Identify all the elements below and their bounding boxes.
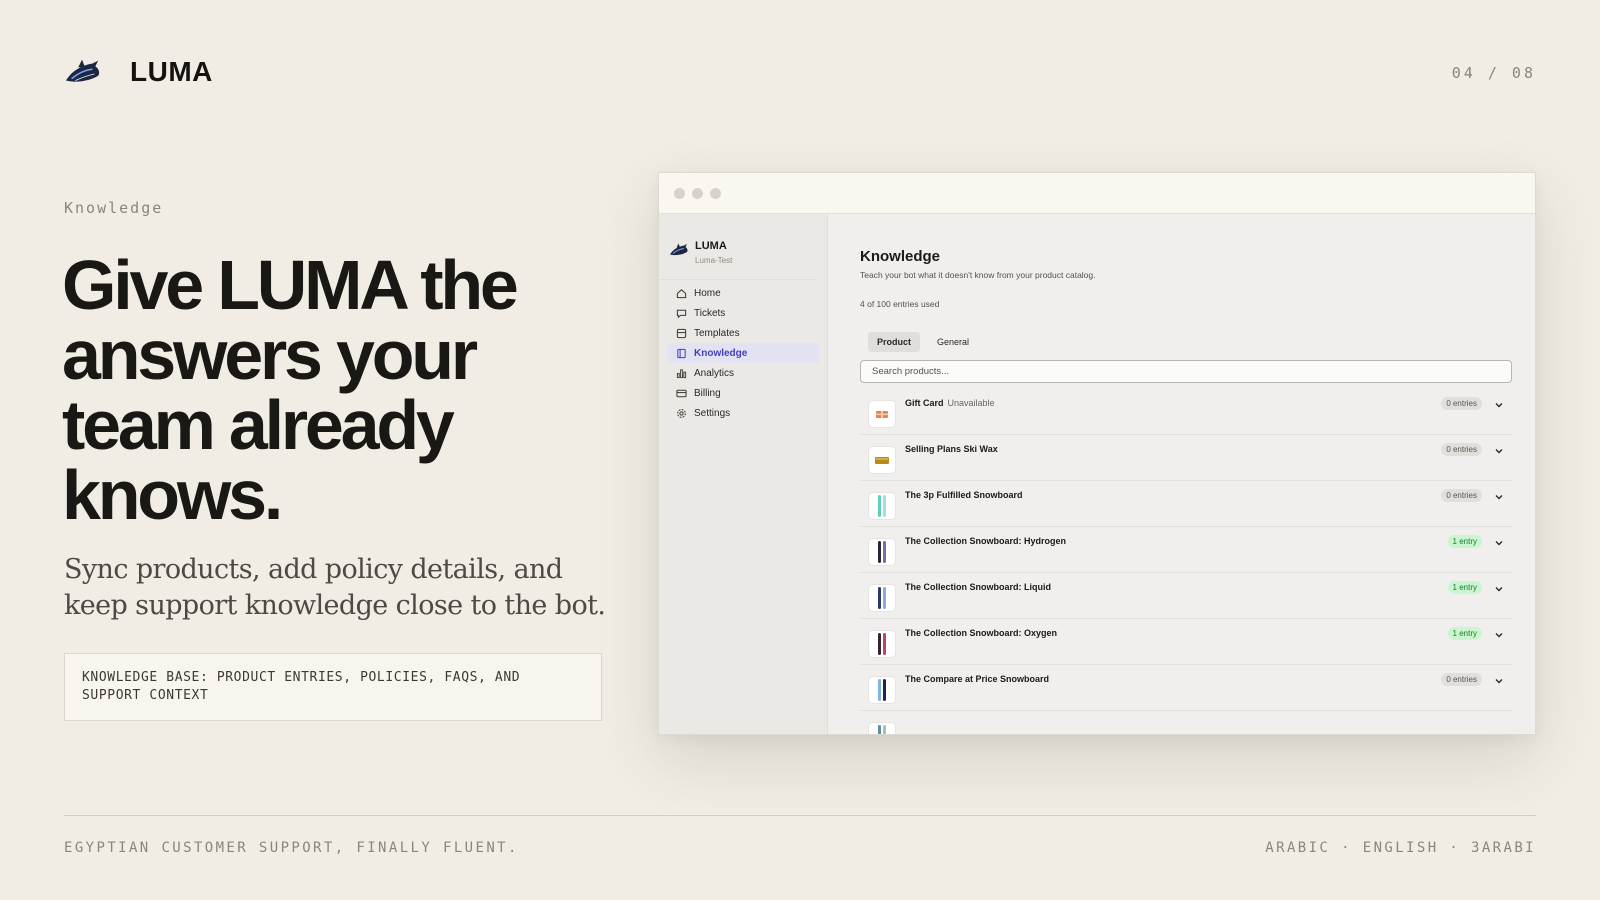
subhead: Sync products, add policy details, and k…	[64, 554, 606, 621]
entries-badge: 1 entry	[1447, 627, 1482, 640]
shark-logo-icon	[670, 243, 688, 256]
bar-chart-icon	[676, 368, 687, 379]
product-thumbnail	[868, 445, 896, 474]
tab-bar: Product General	[860, 332, 1512, 352]
brand-name: LUMA	[130, 56, 213, 87]
sidebar-item-analytics[interactable]: Analytics	[667, 363, 819, 383]
window-maximize-dot[interactable]	[710, 187, 721, 199]
sidebar-item-settings[interactable]: Settings	[667, 403, 819, 423]
footer-tagline: EGYPTIAN CUSTOMER SUPPORT, FINALLY FLUEN…	[64, 840, 519, 856]
product-row[interactable]: Selling Plans Ski Wax 0 entries	[860, 435, 1512, 481]
shark-logo-icon	[65, 59, 100, 82]
product-row[interactable]: The Collection Snowboard: Liquid 1 entry	[860, 573, 1512, 619]
product-name: The 3p Fulfilled Snowboard	[905, 490, 1023, 500]
product-name: Gift Card	[905, 398, 944, 408]
product-name: The Compare at Price Snowboard	[905, 674, 1050, 684]
entries-badge: 0 entries	[1441, 397, 1482, 410]
chevron-down-icon[interactable]	[1494, 400, 1504, 410]
sidebar-item-knowledge[interactable]: Knowledge	[667, 343, 819, 363]
sidebar-item-label: Billing	[694, 387, 721, 399]
product-row[interactable]: The Compare at Price Snowboard 0 entries	[860, 665, 1512, 711]
slide-counter: 04 / 08	[1451, 64, 1536, 82]
workspace-switcher[interactable]: LUMA Luma-Test	[659, 214, 817, 280]
sidebar-item-templates[interactable]: Templates	[667, 323, 819, 343]
app-window: LUMA Luma-Test Home Tickets Templates Kn…	[658, 172, 1536, 735]
product-thumbnail	[868, 491, 896, 520]
template-icon	[676, 328, 687, 339]
product-thumbnail	[868, 675, 896, 704]
book-icon	[676, 348, 687, 359]
sidebar-item-tickets[interactable]: Tickets	[667, 303, 819, 323]
product-name: The Collection Snowboard: Oxygen	[905, 628, 1058, 638]
workspace-name: LUMA	[695, 240, 727, 252]
chevron-down-icon[interactable]	[1494, 538, 1504, 548]
product-list: Gift Card Unavailable 0 entries Selling P…	[860, 389, 1512, 734]
callout-box: KNOWLEDGE BASE: PRODUCT ENTRIES, POLICIE…	[64, 653, 602, 721]
gear-icon	[676, 408, 687, 419]
headline: Give LUMA the answers your team already …	[62, 246, 519, 534]
window-close-dot[interactable]	[674, 187, 685, 199]
chevron-down-icon[interactable]	[1494, 584, 1504, 594]
brand: LUMA	[64, 56, 213, 88]
product-name: The Collection Snowboard: Liquid	[905, 582, 1051, 592]
eyebrow: Knowledge	[64, 199, 164, 217]
sidebar-nav: Home Tickets Templates Knowledge Analyti…	[659, 280, 827, 423]
footer-languages: ARABIC · ENGLISH · 3ARABI	[1265, 840, 1536, 856]
sidebar-item-label: Analytics	[694, 367, 735, 379]
product-name: The Collection Snowboard: Hydrogen	[905, 536, 1067, 546]
sidebar: LUMA Luma-Test Home Tickets Templates Kn…	[659, 214, 828, 734]
product-status: Unavailable	[947, 398, 995, 408]
window-titlebar	[659, 173, 1535, 214]
tab-product[interactable]: Product	[868, 332, 921, 352]
chevron-down-icon[interactable]	[1494, 630, 1504, 640]
chevron-down-icon[interactable]	[1494, 676, 1504, 686]
chat-icon	[676, 308, 687, 319]
product-row[interactable]: The Collection Snowboard: Hydrogen 1 ent…	[860, 527, 1512, 573]
sidebar-item-label: Knowledge	[694, 347, 748, 359]
product-row[interactable]: The Collection Snowboard: Oxygen 1 entry	[860, 619, 1512, 665]
product-row[interactable]: The 3p Fulfilled Snowboard 0 entries	[860, 481, 1512, 527]
product-thumbnail	[868, 583, 896, 612]
chevron-down-icon[interactable]	[1494, 446, 1504, 456]
search-input[interactable]	[860, 360, 1512, 383]
entries-badge: 1 entry	[1447, 535, 1482, 548]
product-thumbnail	[868, 629, 896, 658]
sidebar-item-home[interactable]: Home	[667, 283, 819, 303]
sidebar-item-label: Settings	[694, 407, 731, 419]
product-row-partial[interactable]	[860, 711, 1512, 734]
sidebar-item-billing[interactable]: Billing	[667, 383, 819, 403]
workspace-subtitle: Luma-Test	[695, 256, 733, 265]
chevron-down-icon[interactable]	[1494, 492, 1504, 502]
sidebar-item-label: Home	[694, 287, 721, 299]
product-name: Selling Plans Ski Wax	[905, 444, 998, 454]
product-thumbnail	[868, 399, 896, 428]
entries-badge: 0 entries	[1441, 443, 1482, 456]
window-minimize-dot[interactable]	[692, 187, 703, 199]
page-description: Teach your bot what it doesn't know from…	[860, 270, 1096, 280]
sidebar-item-label: Tickets	[694, 307, 726, 319]
usage-counter: 4 of 100 entries used	[860, 299, 940, 309]
entries-badge: 0 entries	[1441, 673, 1482, 686]
page-title: Knowledge	[860, 248, 941, 265]
entries-badge: 1 entry	[1447, 581, 1482, 594]
product-thumbnail	[868, 537, 896, 566]
entries-badge: 0 entries	[1441, 489, 1482, 502]
credit-card-icon	[676, 388, 687, 399]
home-icon	[676, 288, 687, 299]
sidebar-item-label: Templates	[694, 327, 740, 339]
main-content: Knowledge Teach your bot what it doesn't…	[828, 214, 1535, 734]
product-thumbnail	[868, 721, 896, 734]
tab-general[interactable]: General	[928, 332, 978, 352]
footer-divider	[64, 815, 1536, 816]
product-row[interactable]: Gift Card Unavailable 0 entries	[860, 389, 1512, 435]
